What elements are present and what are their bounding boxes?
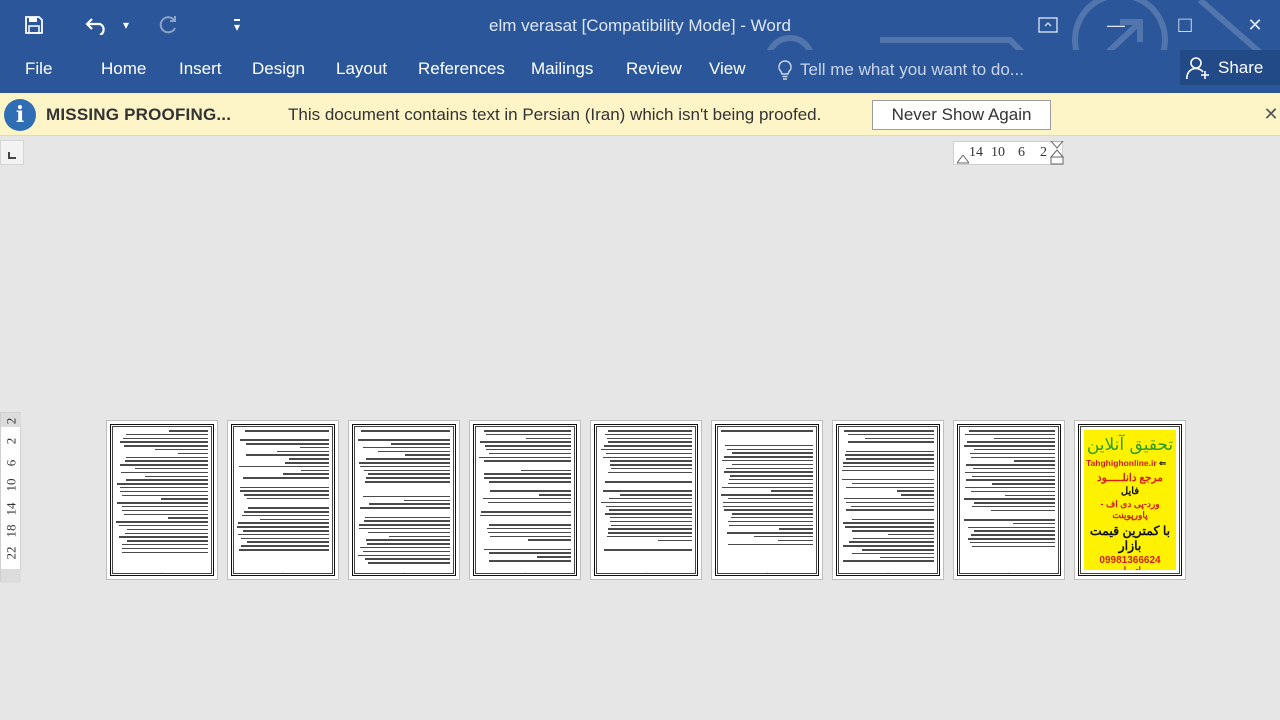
ruler-number: 6 xyxy=(1018,145,1025,160)
ad-title: تحقیق آنلاین xyxy=(1086,435,1174,455)
maximize-icon: □ xyxy=(1178,12,1192,37)
minimize-button[interactable]: — xyxy=(1093,8,1139,42)
tab-layout[interactable]: Layout xyxy=(336,59,387,79)
message-title: MISSING PROOFING... xyxy=(46,105,232,124)
document-page[interactable]: - xyxy=(711,420,823,580)
share-button[interactable]: Share xyxy=(1180,50,1280,85)
left-indent-marker[interactable] xyxy=(957,155,969,165)
ruler-number: 2 xyxy=(3,417,19,425)
arrow-icon: ⇐ xyxy=(1159,458,1167,468)
share-label: Share xyxy=(1218,57,1264,77)
message-bar-close-button[interactable]: ✕ xyxy=(1261,104,1280,124)
close-button[interactable]: ✕ xyxy=(1232,8,1278,42)
ad-line: ورد-پی دی اف - پاورپوینت xyxy=(1100,499,1160,520)
ruler-number: 14 xyxy=(3,502,19,516)
document-page[interactable]: - xyxy=(227,420,339,580)
tell-me-placeholder: Tell me what you want to do... xyxy=(800,60,1024,79)
close-icon: ✕ xyxy=(1247,14,1263,35)
ad-line: مرجع دانلـــــود xyxy=(1097,472,1163,484)
document-page[interactable]: - xyxy=(348,420,460,580)
ruler-number: 6 xyxy=(3,459,19,467)
right-indent-marker[interactable] xyxy=(1050,141,1064,165)
person-icon xyxy=(1186,56,1209,79)
ruler-number: 2 xyxy=(1040,145,1047,160)
tab-review[interactable]: Review xyxy=(626,59,682,79)
ribbon-display-options-icon xyxy=(1038,17,1058,33)
tab-design[interactable]: Design xyxy=(252,59,305,79)
never-show-again-button[interactable]: Never Show Again xyxy=(872,100,1051,130)
tab-home[interactable]: Home xyxy=(101,59,146,79)
title-bar: ▾ ▾ elm verasat [Compatibility Mode] - W… xyxy=(0,0,1280,50)
lightbulb-icon xyxy=(778,60,792,80)
tab-selector[interactable] xyxy=(0,140,24,165)
ribbon-tab-bar: File Home Insert Design Layout Reference… xyxy=(0,50,1280,93)
minimize-icon: — xyxy=(1107,14,1125,35)
ruler-margin-bottom xyxy=(1,569,21,583)
ruler-number: 10 xyxy=(991,145,1005,160)
ruler-number: 22 xyxy=(3,546,19,560)
message-bar: i MISSING PROOFING... This document cont… xyxy=(0,93,1280,136)
close-icon: ✕ xyxy=(1263,103,1279,124)
window-title: elm verasat [Compatibility Mode] - Word xyxy=(488,16,791,35)
ad-site: Tahghighonline.ir ⇐ xyxy=(1086,458,1167,468)
ribbon-display-options-button[interactable] xyxy=(1025,8,1071,42)
ad-line: فایل xyxy=(1120,486,1140,497)
ruler-number: 18 xyxy=(3,524,19,538)
document-page[interactable]: - xyxy=(953,420,1065,580)
ad-phone: 09981366624 واتساپ xyxy=(1099,555,1161,570)
message-text: This document contains text in Persian (… xyxy=(288,105,822,124)
tab-file[interactable]: File xyxy=(25,59,52,79)
advertisement-page[interactable]: تحقیق آنلاین Tahghighonline.ir ⇐ مرجع دا… xyxy=(1074,420,1186,580)
tab-references[interactable]: References xyxy=(418,59,505,79)
ruler-number: 14 xyxy=(969,145,983,160)
document-page[interactable]: - xyxy=(469,420,581,580)
document-page[interactable]: - xyxy=(832,420,944,580)
document-page[interactable]: - xyxy=(590,420,702,580)
advertisement-banner: تحقیق آنلاین Tahghighonline.ir ⇐ مرجع دا… xyxy=(1084,430,1176,570)
ruler-number: 2 xyxy=(3,437,19,445)
ruler-number: 10 xyxy=(3,478,19,492)
info-icon: i xyxy=(4,99,36,131)
horizontal-ruler[interactable]: 14 10 6 2 xyxy=(953,141,1064,165)
tab-mailings[interactable]: Mailings xyxy=(531,59,593,79)
left-tab-stop-icon xyxy=(8,152,16,159)
tab-insert[interactable]: Insert xyxy=(179,59,222,79)
tab-view[interactable]: View xyxy=(709,59,746,79)
maximize-button[interactable]: □ xyxy=(1162,8,1208,42)
tell-me-search[interactable]: Tell me what you want to do... xyxy=(776,59,1024,81)
ad-line: با کمترین قیمت بازار xyxy=(1089,524,1171,553)
vertical-ruler[interactable]: 2 2 6 10 14 18 22 xyxy=(0,412,21,583)
document-page[interactable]: - xyxy=(106,420,218,580)
